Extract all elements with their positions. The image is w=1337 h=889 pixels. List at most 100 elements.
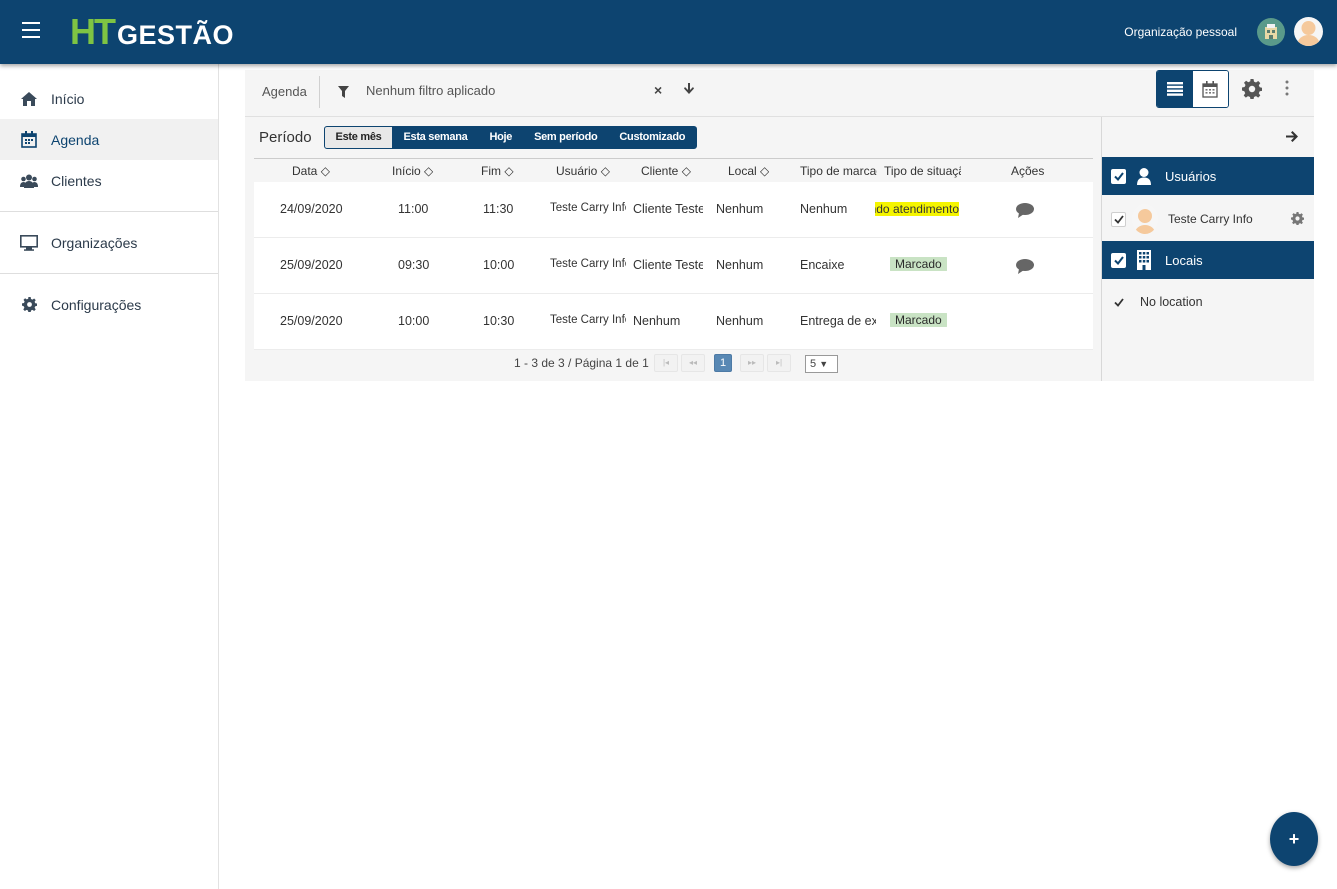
period-option-esta-semana[interactable]: Esta semana: [392, 127, 478, 148]
organization-name[interactable]: Organização pessoal: [1124, 25, 1237, 39]
col-header-acoes: Ações: [1011, 164, 1045, 178]
toolbar-title: Agenda: [262, 84, 307, 99]
organization-avatar[interactable]: [1257, 18, 1285, 46]
cell-tipo-marcacao: Nenhum: [800, 202, 848, 216]
sidebar-item-label: Organizações: [51, 234, 138, 251]
prev-page-button[interactable]: ◂◂: [681, 354, 705, 372]
settings-gear-icon[interactable]: [1242, 79, 1263, 104]
comment-icon[interactable]: [1016, 203, 1034, 221]
user-name: Teste Carry Info: [1168, 212, 1253, 226]
location-checkbox[interactable]: [1111, 295, 1126, 310]
top-bar: HT GESTÃO Organização pessoal: [0, 0, 1337, 64]
col-header-inicio[interactable]: Início ◇: [392, 164, 433, 178]
users-icon: [20, 172, 38, 190]
sidebar-item-configuracoes[interactable]: Configurações: [0, 284, 218, 325]
status-badge: Marcado: [890, 257, 947, 271]
users-section-header: Usuários: [1102, 157, 1314, 195]
col-header-tipo-situacao[interactable]: Tipo de situação: [884, 164, 961, 178]
building-icon: [1265, 24, 1277, 39]
locations-checkbox[interactable]: [1111, 252, 1126, 268]
col-header-tipo-marcacao[interactable]: Tipo de marcação: [800, 164, 877, 178]
cell-tipo-marcacao: Entrega de exame: [800, 314, 876, 328]
pagination: 1 - 3 de 3 / Página 1 de 1 |◂ ◂◂ 1 ▸▸ ▸|…: [254, 350, 1093, 374]
last-page-button[interactable]: ▸|: [767, 354, 791, 372]
sidebar-item-clientes[interactable]: Clientes: [0, 160, 218, 201]
comment-icon[interactable]: [1016, 259, 1034, 277]
calendar-view-button[interactable]: [1192, 71, 1228, 107]
page-size-select[interactable]: 5 ▼: [805, 355, 838, 373]
logo-ht: HT: [70, 11, 116, 52]
user-checkbox[interactable]: [1111, 211, 1126, 227]
cell-tipo-marcacao: Encaixe: [800, 258, 845, 272]
sidebar-item-label: Clientes: [51, 172, 102, 189]
col-header-fim[interactable]: Fim ◇: [481, 164, 514, 178]
building-icon: [1137, 250, 1151, 270]
period-option-sem-periodo[interactable]: Sem período: [523, 127, 608, 148]
locations-section-label: Locais: [1165, 252, 1203, 268]
sidebar-divider: [0, 273, 218, 274]
users-checkbox[interactable]: [1111, 168, 1126, 184]
arrow-down-icon[interactable]: [684, 82, 694, 100]
cell-data: 24/09/2020: [280, 202, 343, 216]
sidebar-item-label: Agenda: [51, 131, 100, 148]
arrow-right-icon[interactable]: [1286, 129, 1298, 147]
cell-inicio: 11:00: [398, 202, 429, 216]
sidebar-item-inicio[interactable]: Início: [0, 78, 218, 119]
user-avatar[interactable]: [1294, 17, 1323, 46]
cell-cliente: Nenhum: [633, 314, 681, 328]
home-icon: [20, 90, 38, 108]
period-option-hoje[interactable]: Hoje: [478, 127, 523, 148]
cell-usuario: Teste Carry Info: [550, 202, 626, 214]
gear-icon: [20, 296, 38, 314]
cell-fim: 10:30: [483, 314, 515, 328]
period-option-este-mes[interactable]: Este mês: [324, 126, 393, 148]
page-button-current[interactable]: 1: [714, 354, 732, 372]
filter-panel: Usuários Teste Carry Info Locais No loca…: [1101, 117, 1314, 381]
col-header-usuario[interactable]: Usuário ◇: [556, 164, 610, 178]
list-view-button[interactable]: [1157, 71, 1193, 107]
cell-usuario: Teste Carry Info: [550, 314, 626, 326]
list-icon: [1166, 82, 1183, 96]
agenda-toolbar: Agenda Nenhum filtro aplicado ×: [245, 70, 1314, 117]
filter-status[interactable]: Nenhum filtro aplicado: [366, 83, 495, 98]
cell-local: Nenhum: [716, 258, 764, 272]
period-selector: Período Este mês Esta semana Hoje Sem pe…: [259, 125, 698, 149]
clear-filter-icon[interactable]: ×: [654, 82, 662, 98]
cell-fim: 11:30: [483, 202, 514, 216]
table-row[interactable]: 25/09/2020 09:30 10:00 Teste Carry Info …: [254, 238, 1093, 294]
add-appointment-button[interactable]: +: [1270, 812, 1318, 866]
col-header-local[interactable]: Local ◇: [728, 164, 769, 178]
table-row[interactable]: 24/09/2020 11:00 11:30 Teste Carry Info …: [254, 182, 1093, 238]
status-badge: Marcado: [890, 313, 947, 327]
cell-cliente: Cliente Teste: [633, 258, 703, 272]
user-filter-item[interactable]: Teste Carry Info: [1102, 199, 1314, 239]
cell-inicio: 10:00: [398, 314, 430, 328]
sidebar-item-organizacoes[interactable]: Organizações: [0, 222, 218, 263]
table-row[interactable]: 25/09/2020 10:00 10:30 Teste Carry Info …: [254, 294, 1093, 350]
locations-section-header: Locais: [1102, 241, 1314, 279]
sidebar: Início Agenda Clientes Organizações Conf…: [0, 64, 219, 889]
sidebar-divider: [0, 211, 218, 212]
period-label: Período: [259, 128, 312, 146]
app-logo[interactable]: HT GESTÃO: [70, 11, 234, 52]
col-header-cliente[interactable]: Cliente ◇: [641, 164, 691, 178]
period-option-customizado[interactable]: Customizado: [608, 127, 696, 148]
filter-icon[interactable]: [338, 85, 349, 103]
user-avatar: [1132, 204, 1158, 234]
location-name: No location: [1140, 295, 1203, 309]
cell-local: Nenhum: [716, 314, 764, 328]
table-header: Data ◇ Início ◇ Fim ◇ Usuário ◇ Cliente …: [254, 158, 1093, 182]
user-settings-gear-icon[interactable]: [1291, 212, 1305, 228]
cell-cliente: Cliente Teste: [633, 202, 703, 216]
sidebar-item-agenda[interactable]: Agenda: [0, 119, 218, 160]
more-vert-icon[interactable]: [1285, 80, 1289, 101]
user-avatar-icon: [1297, 21, 1320, 46]
cell-data: 25/09/2020: [280, 314, 343, 328]
hamburger-menu-icon[interactable]: [22, 22, 40, 38]
first-page-button[interactable]: |◂: [654, 354, 678, 372]
view-toggle: [1156, 70, 1229, 108]
col-header-data[interactable]: Data ◇: [292, 164, 330, 178]
location-filter-item[interactable]: No location: [1102, 282, 1314, 322]
next-page-button[interactable]: ▸▸: [740, 354, 764, 372]
cell-situacao: Aguardando atendimento: [875, 202, 959, 216]
